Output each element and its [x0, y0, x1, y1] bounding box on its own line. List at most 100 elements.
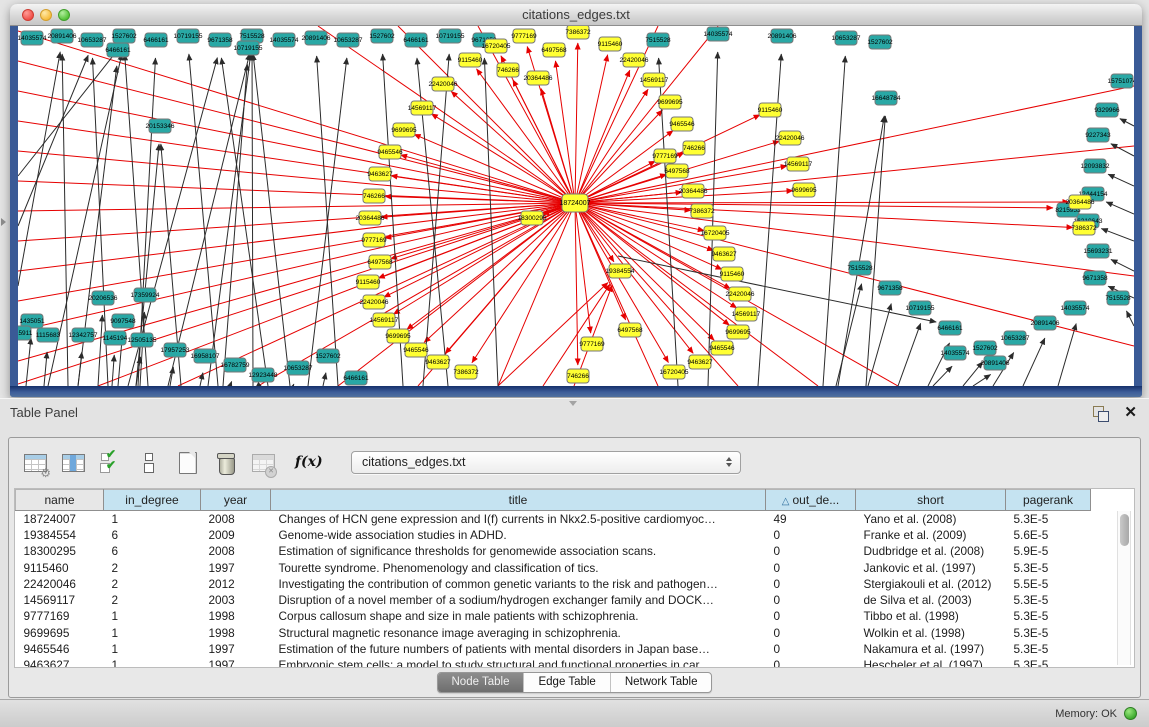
- graph-node[interactable]: [787, 157, 809, 171]
- graph-node[interactable]: [72, 328, 94, 342]
- graph-node[interactable]: [647, 33, 669, 47]
- graph-node[interactable]: [713, 247, 735, 261]
- table-cell[interactable]: Disruption of a novel member of a sodium…: [271, 592, 766, 608]
- graph-node[interactable]: [543, 43, 565, 57]
- graph-node[interactable]: [663, 365, 685, 379]
- graph-node[interactable]: [689, 355, 711, 369]
- column-header-out_de[interactable]: △out_de...: [766, 490, 856, 511]
- table-cell[interactable]: 49: [766, 511, 856, 527]
- graph-node[interactable]: [939, 321, 961, 335]
- table-cell[interactable]: 18724007: [16, 511, 104, 527]
- graph-node[interactable]: [363, 295, 385, 309]
- graph-node[interactable]: [793, 183, 815, 197]
- table-cell[interactable]: 22420046: [16, 576, 104, 592]
- table-cell[interactable]: 5.3E-5: [1006, 608, 1091, 624]
- graph-node[interactable]: [1069, 195, 1091, 209]
- table-cell[interactable]: 0: [766, 576, 856, 592]
- graph-node[interactable]: [849, 261, 871, 275]
- table-row[interactable]: 1938455462009Genome-wide association stu…: [16, 527, 1091, 543]
- graph-node[interactable]: [134, 288, 156, 302]
- table-cell[interactable]: de Silva et al. (2003): [856, 592, 1006, 608]
- table-row[interactable]: 1830029562008Estimation of significance …: [16, 543, 1091, 559]
- table-cell[interactable]: Estimation of the future numbers of pati…: [271, 641, 766, 657]
- graph-node[interactable]: [869, 35, 891, 49]
- graph-node[interactable]: [177, 29, 199, 43]
- table-cell[interactable]: 9463627: [16, 657, 104, 668]
- table-cell[interactable]: Corpus callosum shape and size in male p…: [271, 608, 766, 624]
- float-panel-icon[interactable]: [1093, 406, 1109, 422]
- table-row[interactable]: 946362711997Embryonic stem cells: a mode…: [16, 657, 1091, 668]
- graph-node[interactable]: [81, 33, 103, 47]
- table-cell[interactable]: Embryonic stem cells: a model to study s…: [271, 657, 766, 668]
- graph-node[interactable]: [18, 326, 31, 340]
- graph-node[interactable]: [1073, 221, 1095, 235]
- table-cell[interactable]: Stergiakouli et al. (2012): [856, 576, 1006, 592]
- graph-node[interactable]: [567, 369, 589, 383]
- graph-node[interactable]: [21, 31, 43, 45]
- table-cell[interactable]: 1: [104, 608, 201, 624]
- graph-node[interactable]: [729, 287, 751, 301]
- window-titlebar[interactable]: citations_edges.txt: [10, 4, 1142, 26]
- graph-node[interactable]: [599, 37, 621, 51]
- graph-node[interactable]: [37, 328, 59, 342]
- vertical-scrollbar[interactable]: [1117, 511, 1131, 665]
- table-cell[interactable]: 0: [766, 543, 856, 559]
- table-cell[interactable]: 5.3E-5: [1006, 592, 1091, 608]
- graph-node[interactable]: [317, 349, 339, 363]
- table-cell[interactable]: 9699695: [16, 625, 104, 641]
- table-cell[interactable]: 0: [766, 527, 856, 543]
- table-cell[interactable]: 5.6E-5: [1006, 527, 1091, 543]
- graph-node[interactable]: [704, 226, 726, 240]
- table-cell[interactable]: 1997: [201, 559, 271, 575]
- graph-node[interactable]: [363, 189, 385, 203]
- network-canvas[interactable]: 1403557420891406106532871527602646616110…: [18, 26, 1134, 386]
- graph-node[interactable]: [455, 365, 477, 379]
- table-cell[interactable]: 6: [104, 543, 201, 559]
- graph-node[interactable]: [345, 371, 367, 385]
- table-cell[interactable]: 1998: [201, 625, 271, 641]
- graph-node[interactable]: [707, 27, 729, 41]
- table-cell[interactable]: 1: [104, 511, 201, 527]
- table-cell[interactable]: 5.3E-5: [1006, 511, 1091, 527]
- graph-node[interactable]: [379, 145, 401, 159]
- graph-node[interactable]: [581, 337, 603, 351]
- table-cell[interactable]: Franke et al. (2009): [856, 527, 1006, 543]
- table-row[interactable]: 1872400712008Changes of HCN gene express…: [16, 511, 1091, 527]
- graph-node[interactable]: [643, 73, 665, 87]
- graph-node[interactable]: [721, 267, 743, 281]
- graph-node[interactable]: [363, 233, 385, 247]
- graph-node[interactable]: [609, 264, 631, 278]
- graph-node[interactable]: [112, 314, 134, 328]
- graph-node[interactable]: [145, 33, 167, 47]
- tab-node-table[interactable]: Node Table: [438, 673, 524, 692]
- graph-node[interactable]: [727, 325, 749, 339]
- network-canvas-svg[interactable]: 1403557420891406106532871527602646616110…: [18, 26, 1134, 386]
- graph-node[interactable]: [237, 41, 259, 55]
- graph-node[interactable]: [337, 33, 359, 47]
- row-height-icon[interactable]: [137, 449, 163, 476]
- graph-node[interactable]: [1087, 244, 1109, 258]
- table-cell[interactable]: 0: [766, 559, 856, 575]
- graph-node[interactable]: [305, 31, 327, 45]
- table-cell[interactable]: 5.5E-5: [1006, 576, 1091, 592]
- select-rows-icon[interactable]: [99, 449, 125, 476]
- graph-node[interactable]: [835, 31, 857, 45]
- table-cell[interactable]: 2: [104, 592, 201, 608]
- graph-node[interactable]: [287, 361, 309, 375]
- graph-node[interactable]: [393, 123, 415, 137]
- delete-table-icon[interactable]: [213, 449, 239, 476]
- collapsed-panel-arrow-icon[interactable]: [1, 218, 6, 226]
- graph-node[interactable]: [92, 291, 114, 305]
- graph-node[interactable]: [373, 313, 395, 327]
- graph-node[interactable]: [879, 281, 901, 295]
- table-row[interactable]: 2242004622012Investigating the contribut…: [16, 576, 1091, 592]
- table-cell[interactable]: 2: [104, 576, 201, 592]
- column-header-in_degree[interactable]: in_degree: [104, 490, 201, 511]
- graph-node[interactable]: [683, 141, 705, 155]
- graph-node[interactable]: [369, 167, 391, 181]
- table-row[interactable]: 1456911722003Disruption of a novel membe…: [16, 592, 1091, 608]
- graph-node[interactable]: [1087, 128, 1109, 142]
- graph-node[interactable]: [944, 346, 966, 360]
- tab-edge-table[interactable]: Edge Table: [523, 673, 609, 692]
- graph-node[interactable]: [735, 307, 757, 321]
